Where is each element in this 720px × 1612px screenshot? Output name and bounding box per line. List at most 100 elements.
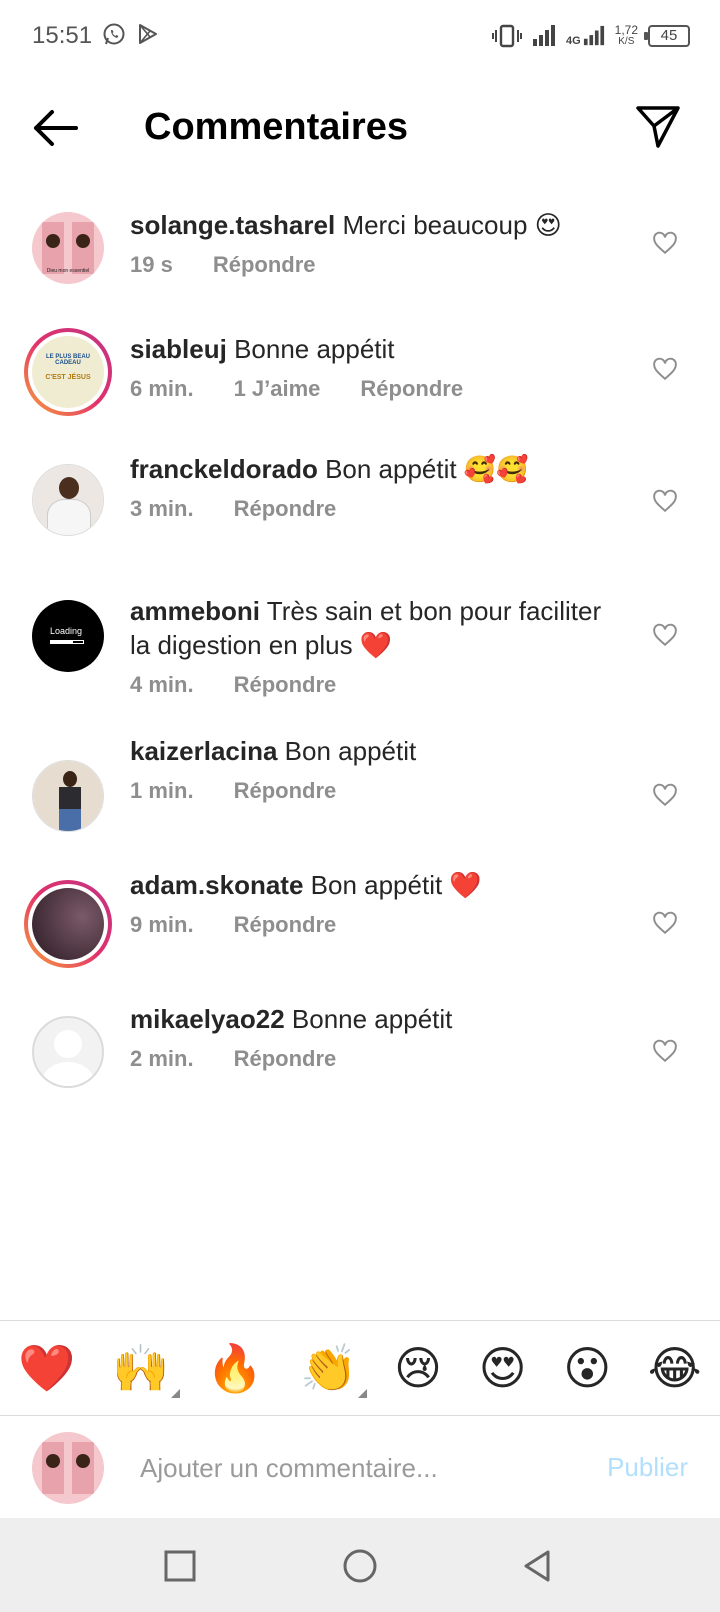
comment-body: ammeboni Très sain et bon pour faciliter…: [130, 594, 610, 698]
comment-input-bar: Publier: [0, 1418, 720, 1518]
back-triangle-icon[interactable]: [518, 1546, 558, 1586]
emoji-glyph: 👏: [300, 1341, 358, 1395]
avatar-photo-right: [72, 1442, 94, 1494]
comment-time: 6 min.: [130, 376, 194, 401]
comment-username[interactable]: kaizerlacina: [130, 736, 277, 766]
comment-time: 9 min.: [130, 912, 194, 937]
emoji-fire[interactable]: 🔥: [206, 1340, 263, 1396]
recents-square-icon[interactable]: [160, 1546, 200, 1586]
avatar-image: Dieu mon essentiel: [32, 212, 104, 284]
comment-text: Bonne appétit: [291, 1004, 453, 1034]
comment-time: 3 min.: [130, 496, 194, 521]
reply-button[interactable]: Répondre: [234, 1046, 337, 1072]
emoji-heart-eyes[interactable]: 😍: [479, 1340, 527, 1396]
avatar[interactable]: [32, 1016, 104, 1088]
comment-meta: 3 min. Répondre: [130, 496, 610, 522]
reply-button[interactable]: Répondre: [360, 376, 463, 402]
comment-body: mikaelyao22 Bonne appétit 2 min. Répondr…: [130, 1002, 610, 1072]
comment-item: adam.skonate Bon appétit ❤️ 9 min. Répon…: [0, 870, 720, 980]
current-user-avatar: [32, 1432, 104, 1504]
reply-button[interactable]: Répondre: [213, 252, 316, 278]
avatar-photo-left: [42, 222, 64, 274]
home-circle-icon[interactable]: [340, 1546, 380, 1586]
avatar-story-ring[interactable]: [24, 880, 112, 968]
comment-username[interactable]: adam.skonate: [130, 870, 303, 900]
vibrate-icon: [491, 24, 522, 48]
emoji-crying[interactable]: 😢: [394, 1340, 442, 1396]
comment-item: Dieu mon essentiel solange.tasharel Merc…: [0, 198, 720, 308]
status-time: 15:51: [32, 22, 93, 49]
avatar[interactable]: [32, 760, 104, 832]
comment-item: kaizerlacina Bon appétit 1 min. Répondre: [0, 736, 720, 850]
comment-text-line: kaizerlacina Bon appétit: [130, 734, 610, 768]
reply-button[interactable]: Répondre: [234, 912, 337, 938]
avatar-head: [63, 771, 77, 787]
avatar[interactable]: Loading: [32, 600, 104, 672]
emoji-raised-hands[interactable]: 🙌: [112, 1340, 180, 1398]
heart-icon[interactable]: [652, 1038, 678, 1064]
comment-meta: 19 s Répondre: [130, 252, 610, 278]
avatar-inner: [28, 884, 108, 964]
comment-item: LE PLUS BEAU CADEAU C'EST JÉSUS siableuj…: [0, 322, 720, 432]
comment-meta: 4 min. Répondre: [130, 672, 610, 698]
comment-text-line: solange.tasharel Merci beaucoup 😍: [130, 208, 610, 242]
avatar[interactable]: Dieu mon essentiel: [32, 212, 104, 284]
avatar-loading-fill: [51, 641, 74, 643]
emoji-clap[interactable]: 👏: [300, 1340, 368, 1398]
avatar-face-left: [46, 1454, 60, 1468]
comment-text: Bon appétit ❤️: [310, 870, 482, 900]
avatar[interactable]: [32, 464, 104, 536]
comment-input[interactable]: [140, 1444, 560, 1492]
heart-icon[interactable]: [652, 230, 678, 256]
avatar-caption: Dieu mon essentiel: [46, 268, 90, 274]
emoji-heart[interactable]: ❤️: [18, 1340, 75, 1396]
emoji-laughing[interactable]: 😂: [648, 1340, 702, 1396]
avatar-photo-left: [42, 1442, 64, 1494]
avatar-image: Loading: [32, 600, 104, 672]
comment-text: Bon appétit 🥰🥰: [325, 454, 529, 484]
comment-item: franckeldorado Bon appétit 🥰🥰 3 min. Rép…: [0, 450, 720, 560]
default-avatar-icon: [34, 1018, 102, 1086]
avatar-story-ring[interactable]: LE PLUS BEAU CADEAU C'EST JÉSUS: [24, 328, 112, 416]
send-icon[interactable]: [634, 102, 682, 150]
reply-button[interactable]: Répondre: [234, 778, 337, 804]
likes-count[interactable]: 1 J’aime: [234, 376, 321, 402]
skin-tone-indicator: [170, 1389, 180, 1398]
comment-username[interactable]: franckeldorado: [130, 454, 318, 484]
reply-button[interactable]: Répondre: [234, 496, 337, 522]
header: Commentaires: [0, 88, 720, 168]
emoji-surprised[interactable]: 😮: [563, 1340, 611, 1396]
comment-username[interactable]: siableuj: [130, 334, 227, 364]
signal-4g-bars: [583, 25, 604, 46]
avatar-torso: [59, 787, 81, 809]
comment-meta: 9 min. Répondre: [130, 912, 610, 938]
comment-time: 1 min.: [130, 778, 194, 803]
play-store-icon: [139, 24, 157, 44]
avatar-body: [47, 499, 91, 535]
status-bar: 15:51 4G 1,72 K/S 45: [0, 0, 720, 72]
comment-text-line: adam.skonate Bon appétit ❤️: [130, 868, 610, 902]
avatar-face-right: [76, 234, 90, 248]
heart-icon[interactable]: [652, 488, 678, 514]
heart-icon[interactable]: [652, 910, 678, 936]
comment-time: 2 min.: [130, 1046, 194, 1071]
default-avatar-head: [54, 1030, 82, 1058]
avatar-legs: [59, 809, 81, 831]
heart-icon[interactable]: [652, 622, 678, 648]
comment-item: mikaelyao22 Bonne appétit 2 min. Répondr…: [0, 1000, 720, 1110]
comment-username[interactable]: solange.tasharel: [130, 210, 335, 240]
heart-icon[interactable]: [652, 356, 678, 382]
avatar-face-left: [46, 234, 60, 248]
heart-icon[interactable]: [652, 782, 678, 808]
battery-icon: 45: [644, 25, 690, 47]
back-arrow-icon[interactable]: [30, 106, 80, 150]
comment-username[interactable]: mikaelyao22: [130, 1004, 285, 1034]
comment-username[interactable]: ammeboni: [130, 596, 260, 626]
avatar-loading-bar: [50, 640, 84, 644]
system-nav-bar: [0, 1518, 720, 1612]
avatar-inner: LE PLUS BEAU CADEAU C'EST JÉSUS: [28, 332, 108, 412]
signal-4g-icon: 4G: [566, 25, 605, 47]
publish-button[interactable]: Publier: [607, 1452, 688, 1483]
comment-body: adam.skonate Bon appétit ❤️ 9 min. Répon…: [130, 868, 610, 938]
reply-button[interactable]: Répondre: [234, 672, 337, 698]
